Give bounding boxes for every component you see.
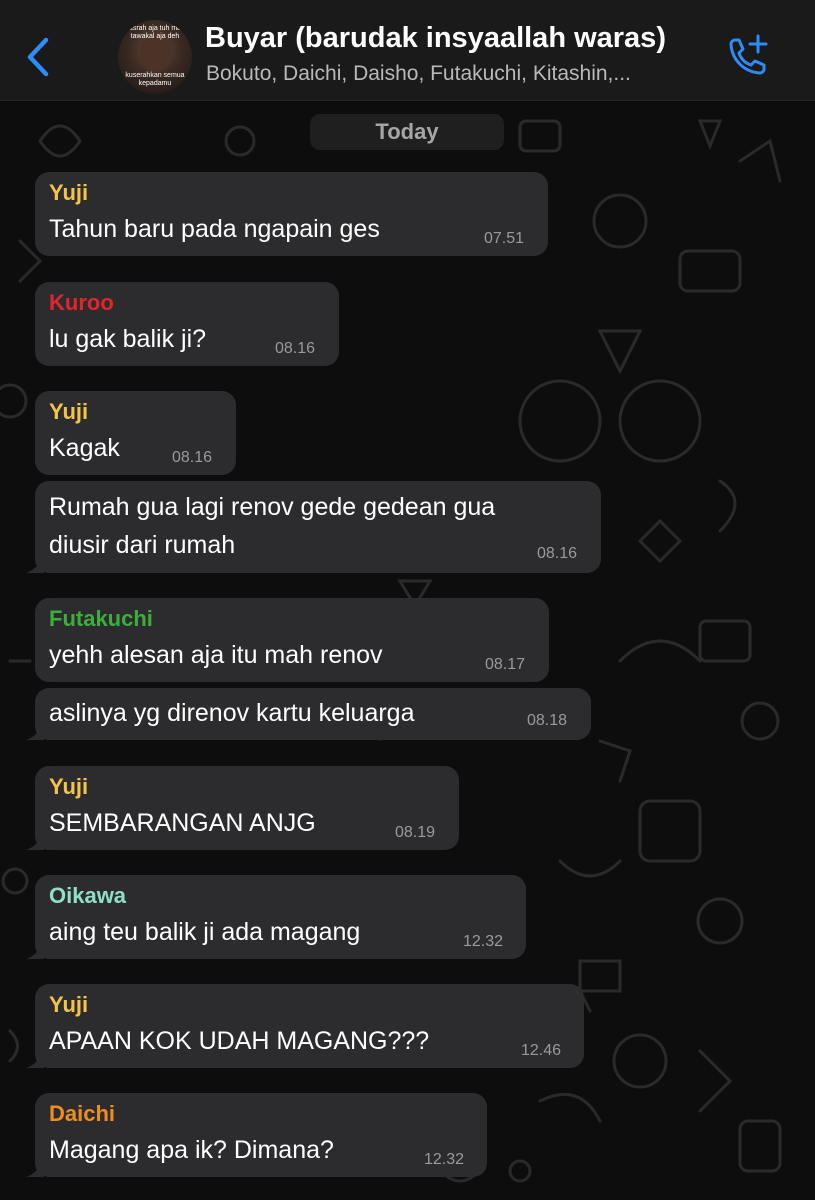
message-time: 08.17 <box>485 656 526 673</box>
message-time: 12.32 <box>424 1151 465 1168</box>
message-bubble[interactable]: Yuji Tahun baru pada ngapain ges 07.51 <box>35 172 548 256</box>
bubble-tail <box>26 1050 44 1068</box>
message-bubble[interactable]: Yuji Kagak 08.16 <box>35 391 236 475</box>
bubble-tail <box>26 941 44 959</box>
message-time: 08.16 <box>537 545 578 562</box>
message-text: aslinya yg direnov kartu keluarga <box>49 699 415 727</box>
message-sender: Yuji <box>49 774 89 799</box>
message-sender: Yuji <box>49 180 89 205</box>
message-bubble[interactable]: Rumah gua lagi renov gede gedean gua diu… <box>26 481 601 573</box>
back-button[interactable] <box>18 32 58 82</box>
message-text: APAAN KOK UDAH MAGANG??? <box>49 1027 430 1055</box>
message-text: Kagak <box>49 434 120 462</box>
date-divider: Today <box>310 114 504 150</box>
avatar-caption-bottom: kuserahkan semua kepadamu <box>125 72 185 87</box>
bubble-tail <box>26 722 44 740</box>
message-time: 08.16 <box>275 340 316 357</box>
message-text: aing teu balik ji ada magang <box>49 918 361 946</box>
message-text: lu gak balik ji? <box>49 325 207 353</box>
message-bubble[interactable]: Futakuchi yehh alesan aja itu mah renov … <box>35 598 549 682</box>
group-title[interactable]: Buyar (barudak insyaallah waras) <box>205 22 666 55</box>
add-call-button[interactable] <box>722 32 772 82</box>
message-text: Tahun baru pada ngapain ges <box>49 215 380 243</box>
message-text-line2: diusir dari rumah <box>49 531 236 559</box>
message-time: 12.46 <box>521 1042 562 1059</box>
message-time: 08.19 <box>395 824 436 841</box>
message-text: Magang apa ik? Dimana? <box>49 1136 334 1164</box>
message-sender: Oikawa <box>49 883 127 908</box>
bubble-tail <box>26 832 44 850</box>
group-members[interactable]: Bokuto, Daichi, Daisho, Futakuchi, Kitas… <box>206 62 706 86</box>
message-time: 12.32 <box>463 933 504 950</box>
chevron-left-icon <box>27 37 49 77</box>
bubble-tail <box>26 1159 44 1177</box>
message-sender: Daichi <box>49 1101 116 1126</box>
message-sender: Kuroo <box>49 290 114 315</box>
message-time: 08.16 <box>172 449 213 466</box>
message-text: yehh alesan aja itu mah renov <box>49 641 383 669</box>
message-time: 07.51 <box>484 230 525 247</box>
message-time: 08.18 <box>527 712 568 729</box>
avatar-caption-top: pasrah aja tuh mae tawakal aja deh <box>125 25 185 40</box>
message-bubble[interactable]: Oikawa aing teu balik ji ada magang 12.3… <box>26 875 526 959</box>
chat-header: pasrah aja tuh mae tawakal aja deh kuser… <box>0 0 815 101</box>
message-sender: Yuji <box>49 399 89 424</box>
message-bubble[interactable]: aslinya yg direnov kartu keluarga 08.18 <box>26 688 591 740</box>
message-bubble[interactable]: Kuroo lu gak balik ji? 08.16 <box>35 282 339 366</box>
bubble-tail <box>26 555 44 573</box>
message-text: SEMBARANGAN ANJG <box>49 809 316 837</box>
message-bubble[interactable]: Yuji SEMBARANGAN ANJG 08.19 <box>26 766 459 850</box>
add-call-icon <box>729 34 768 75</box>
message-sender: Yuji <box>49 992 89 1017</box>
message-sender: Futakuchi <box>49 606 153 631</box>
message-text-line1: Rumah gua lagi renov gede gedean gua <box>49 493 496 521</box>
message-bubble[interactable]: Yuji APAAN KOK UDAH MAGANG??? 12.46 <box>26 984 584 1068</box>
message-bubble[interactable]: Daichi Magang apa ik? Dimana? 12.32 <box>26 1093 487 1177</box>
group-avatar[interactable]: pasrah aja tuh mae tawakal aja deh kuser… <box>118 20 192 94</box>
